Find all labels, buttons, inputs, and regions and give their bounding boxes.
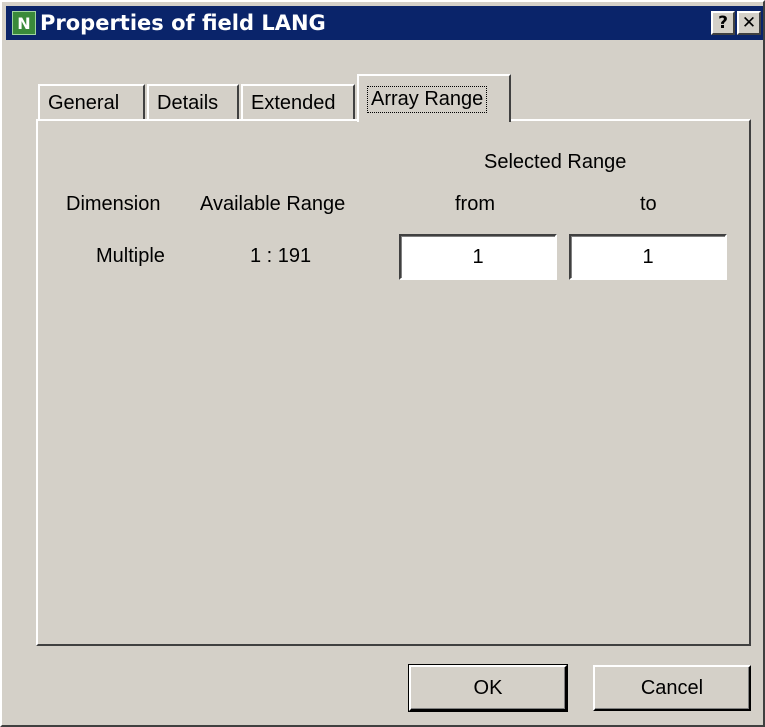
- tab-details[interactable]: Details: [147, 84, 239, 120]
- properties-dialog: N Properties of field LANG ? ✕ General D…: [0, 0, 765, 727]
- range-from-field[interactable]: [399, 234, 557, 280]
- tab-general-label: General: [48, 91, 120, 114]
- app-icon: N: [12, 11, 36, 35]
- tab-array-range[interactable]: Array Range: [357, 74, 511, 122]
- tab-extended-label: Extended: [251, 91, 336, 114]
- array-range-panel: Selected Range Dimension Available Range…: [36, 119, 751, 646]
- title-bar[interactable]: N Properties of field LANG ? ✕: [6, 6, 763, 40]
- dialog-title: Properties of field LANG: [40, 11, 326, 35]
- available-range-header: Available Range: [200, 193, 346, 215]
- dimension-header: Dimension: [66, 193, 161, 215]
- close-button[interactable]: ✕: [737, 11, 761, 35]
- help-button[interactable]: ?: [711, 11, 735, 35]
- selected-range-heading: Selected Range: [484, 151, 627, 173]
- from-header: from: [455, 193, 495, 215]
- cancel-button[interactable]: Cancel: [593, 665, 751, 711]
- range-from-input[interactable]: [401, 244, 555, 270]
- tab-general[interactable]: General: [38, 84, 145, 120]
- range-to-input[interactable]: [571, 244, 725, 270]
- tab-extended[interactable]: Extended: [241, 84, 355, 120]
- ok-button[interactable]: OK: [408, 664, 568, 712]
- tab-array-range-label: Array Range: [367, 85, 488, 113]
- range-to-field[interactable]: [569, 234, 727, 280]
- to-header: to: [640, 193, 657, 215]
- available-range-value: 1 : 191: [250, 245, 312, 267]
- tab-details-label: Details: [157, 91, 219, 114]
- dimension-value: Multiple: [96, 245, 165, 267]
